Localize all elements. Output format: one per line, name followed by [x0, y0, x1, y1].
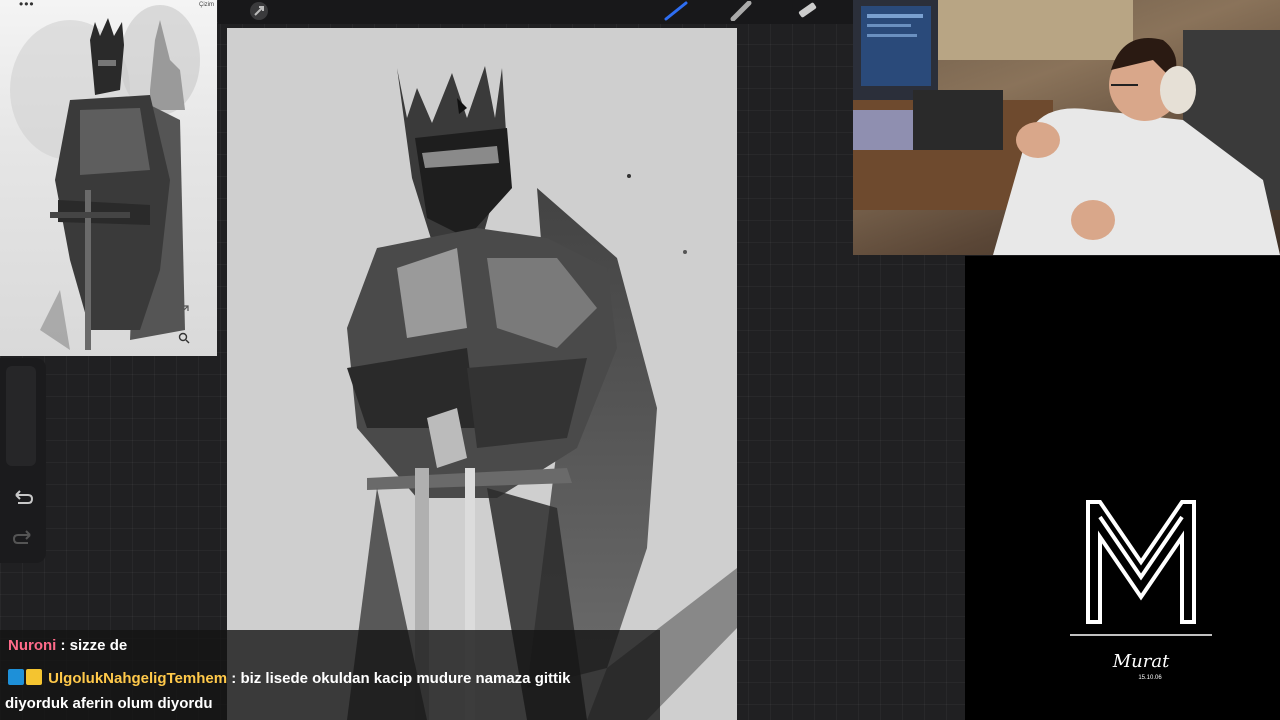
top-toolbar: [218, 0, 853, 24]
undo-icon[interactable]: [9, 484, 37, 512]
chat-overlay: Nuroni : sizze de UlgolukNahgeligTemhem …: [0, 630, 660, 720]
signature-text: Murat: [1112, 651, 1170, 672]
drawing-canvas[interactable]: [227, 28, 737, 720]
reference-image-panel[interactable]: ••• Çizim: [0, 0, 217, 356]
signature-date: 15.10.06: [1138, 675, 1162, 681]
chat-message: Nuroni : sizze de: [8, 637, 127, 654]
chat-username[interactable]: Nuroni: [8, 637, 56, 654]
streamer-scene: [853, 0, 1280, 255]
brush-size-slider[interactable]: [6, 366, 36, 466]
adjust-icon[interactable]: [244, 0, 274, 22]
channel-logo: Murat 15.10.06: [1068, 497, 1214, 687]
brush-icon[interactable]: [662, 0, 692, 22]
knight-sketch: [347, 66, 737, 720]
zoom-icon[interactable]: [178, 331, 190, 349]
crown-badge-icon: [26, 669, 42, 685]
chat-text: biz lisede okuldan kacip mudure namaza g…: [240, 670, 571, 687]
expand-icon[interactable]: [176, 304, 190, 323]
chat-separator: :: [56, 637, 70, 654]
left-sidebar: [0, 358, 46, 563]
chat-username[interactable]: UlgolukNahgeligTemhem: [48, 670, 227, 687]
chat-message-continuation: diyorduk aferin olum diyordu: [5, 695, 213, 712]
eraser-icon[interactable]: [792, 0, 822, 22]
chat-text: sizze de: [69, 637, 128, 654]
chat-separator: :: [227, 670, 241, 687]
chat-message: UlgolukNahgeligTemhem : biz lisede okuld…: [8, 669, 571, 687]
reference-knight-illustration: [10, 5, 200, 350]
webcam-feed: [853, 0, 1280, 255]
smudge-icon[interactable]: [726, 0, 756, 22]
redo-icon[interactable]: [9, 524, 37, 552]
prime-badge-icon: [8, 669, 24, 685]
